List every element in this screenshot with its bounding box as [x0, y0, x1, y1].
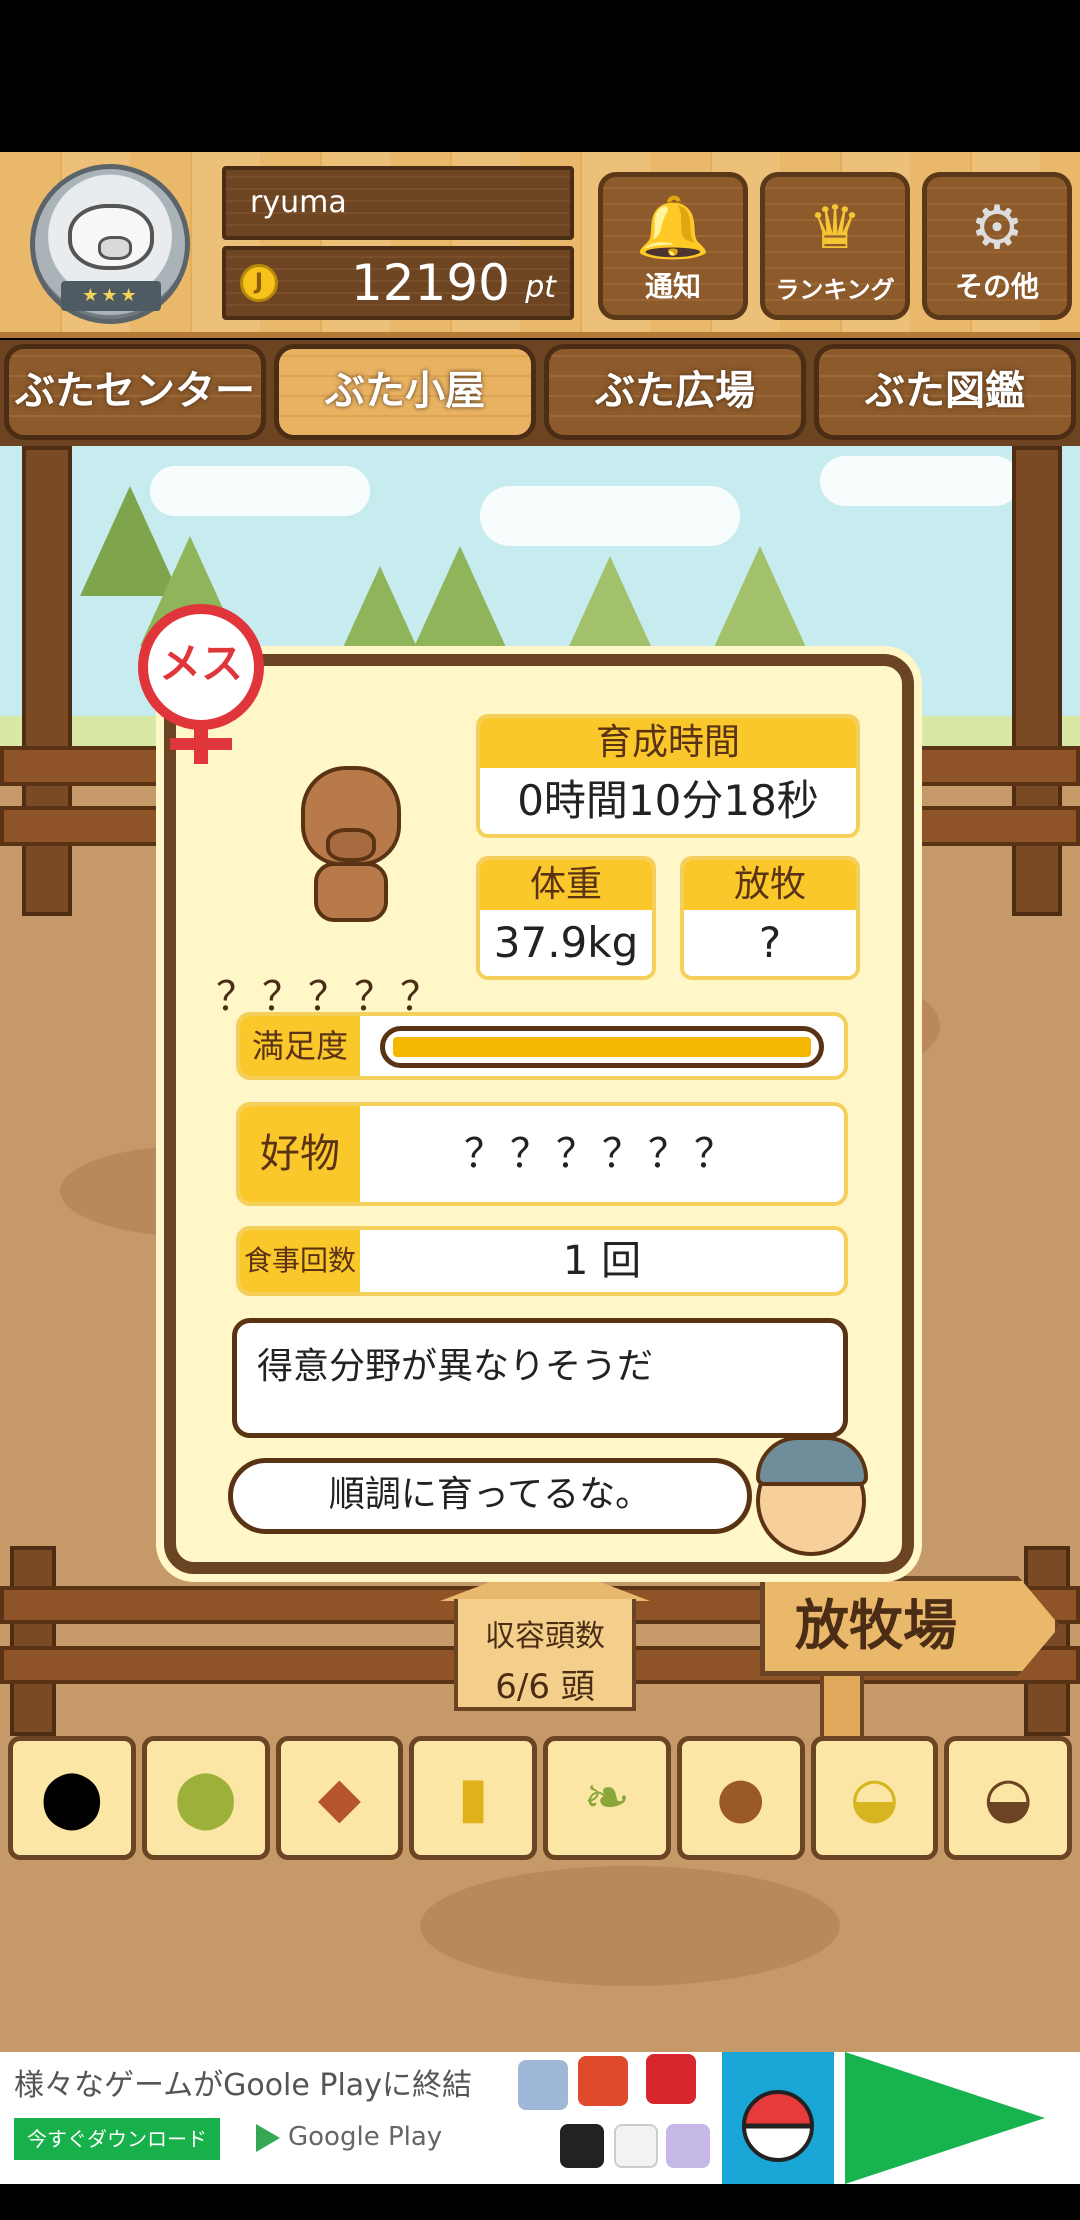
rank-stars-icon: ★★★ [61, 281, 161, 311]
notification-button[interactable]: 🔔 通知 [598, 172, 748, 320]
play-triangle-icon [845, 2052, 1045, 2184]
chestnut-plate-icon: ◒ [983, 1765, 1033, 1831]
crown-icon: ♛ [808, 193, 862, 263]
pokeball-icon [742, 2090, 814, 2162]
other-label: その他 [954, 270, 1039, 303]
notification-label: 通知 [644, 270, 701, 303]
pig-status-dialog[interactable]: ？？？？？ 育成時間 0時間10分18秒 体重 37.9kg 放牧 ? 満足度 … [164, 654, 914, 1574]
meal-count-value: 1 回 [562, 1238, 642, 1284]
points-value: 12190 [350, 254, 510, 312]
cloud [820, 456, 1020, 506]
grain-pile-icon: ⬤ [40, 1765, 104, 1831]
tab-buta-zukan[interactable]: ぶた図鑑 [814, 344, 1076, 440]
tree [560, 556, 660, 666]
favorite-food-value: ？？？？？？ [464, 1131, 740, 1177]
grain-plate-icon: ◒ [849, 1765, 899, 1831]
capacity-label: 収容頭数 [485, 1619, 605, 1654]
farmer-avatar-icon [756, 1436, 868, 1556]
gear-icon: ⚙ [970, 193, 1024, 263]
speech-bubble-2: 順調に育ってるな。 [228, 1458, 752, 1534]
other-button[interactable]: ⚙ その他 [922, 172, 1072, 320]
nav-tabs: ぶたセンター ぶた小屋 ぶた広場 ぶた図鑑 [0, 340, 1080, 446]
growth-time-box: 育成時間 0時間10分18秒 [476, 714, 860, 838]
acorn-icon: ● [716, 1765, 766, 1831]
feed-item[interactable]: ⬤ [8, 1736, 136, 1860]
feed-bar: ⬤ ⬤ ◆ ▮ ❧ ● ◒ ◒ [0, 1736, 1080, 1866]
google-play-label: Google Play [256, 2122, 442, 2152]
sweet-potato-icon: ◆ [317, 1765, 361, 1831]
grazing-value: ? [758, 918, 782, 967]
fence-post [10, 1546, 56, 1736]
tree [710, 546, 810, 656]
google-play-icon [256, 2123, 280, 2152]
game-thumbnail-icon [578, 2056, 628, 2106]
tab-buta-koya[interactable]: ぶた小屋 [274, 344, 536, 440]
favorite-food-label: 好物 [240, 1106, 360, 1202]
feed-item[interactable]: ● [676, 1736, 805, 1860]
coin-icon: J [240, 264, 278, 302]
game-thumbnail-icon [518, 2060, 568, 2110]
mixed-grain-icon: ⬤ [174, 1765, 237, 1831]
capacity-value: 6/6 頭 [495, 1667, 595, 1707]
feed-item[interactable]: ▮ [409, 1736, 537, 1860]
ranking-label: ランキング [775, 276, 895, 304]
game-thumbnail-icon [614, 2124, 658, 2168]
weight-label: 体重 [480, 860, 652, 910]
dirt-patch [420, 1866, 840, 1986]
growth-time-label: 育成時間 [480, 718, 856, 768]
capacity-sign: 収容頭数 6/6 頭 [440, 1561, 650, 1716]
player-avatar[interactable]: ★★★ [30, 164, 190, 324]
game-thumbnail-icon [646, 2054, 696, 2104]
tab-buta-center[interactable]: ぶたセンター [4, 344, 266, 440]
ad-download-button[interactable]: 今すぐダウンロード [14, 2118, 220, 2160]
ad-banner[interactable]: 様々なゲームがGoole Playに終結 今すぐダウンロード Google Pl… [0, 2052, 1080, 2184]
female-gender-badge: メス [138, 604, 264, 730]
ad-text: 様々なゲームがGoole Playに終結 [14, 2068, 472, 2103]
username: ryuma [222, 166, 574, 240]
corn-icon: ▮ [457, 1765, 489, 1831]
feed-item[interactable]: ◒ [810, 1736, 939, 1860]
ranking-button[interactable]: ♛ ランキング [760, 172, 910, 320]
meal-count-label: 食事回数 [240, 1230, 360, 1292]
satisfaction-row: 満足度 [236, 1012, 848, 1080]
cloud [150, 466, 370, 516]
soybean-icon: ❧ [583, 1765, 631, 1831]
tab-buta-hiroba[interactable]: ぶた広場 [544, 344, 806, 440]
pasture-sign-button[interactable]: 放牧場 [760, 1576, 1060, 1676]
satisfaction-label: 満足度 [240, 1016, 360, 1076]
growth-time-value: 0時間10分18秒 [517, 776, 819, 825]
speech-bubble-1: 得意分野が異なりそうだ [232, 1318, 848, 1438]
feed-item[interactable]: ◒ [944, 1736, 1072, 1860]
header: ★★★ ryuma J 12190 pt 🔔 通知 ♛ ランキング ⚙ その他 [0, 152, 1080, 338]
weight-value: 37.9kg [493, 918, 639, 967]
grazing-label: 放牧 [684, 860, 856, 910]
cloud [480, 486, 740, 546]
points-unit: pt [525, 270, 556, 305]
game-thumbnail-icon [666, 2124, 710, 2168]
bell-icon: 🔔 [635, 193, 711, 263]
meal-count-row: 食事回数 1 回 [236, 1226, 848, 1296]
grazing-box: 放牧 ? [680, 856, 860, 980]
satisfaction-gauge [380, 1026, 824, 1068]
favorite-food-row: 好物 ？？？？？？ [236, 1102, 848, 1206]
feed-item[interactable]: ❧ [543, 1736, 671, 1860]
game-thumbnail-icon [560, 2124, 604, 2168]
status-bar-area [0, 0, 1080, 152]
feed-item[interactable]: ⬤ [141, 1736, 270, 1860]
points-display: J 12190 pt [222, 246, 574, 320]
satisfaction-gauge-fill [393, 1037, 811, 1057]
boar-icon [296, 766, 406, 936]
feed-item[interactable]: ◆ [275, 1736, 404, 1860]
weight-box: 体重 37.9kg [476, 856, 656, 980]
tree [410, 546, 510, 656]
pig-avatar-icon [68, 204, 154, 270]
